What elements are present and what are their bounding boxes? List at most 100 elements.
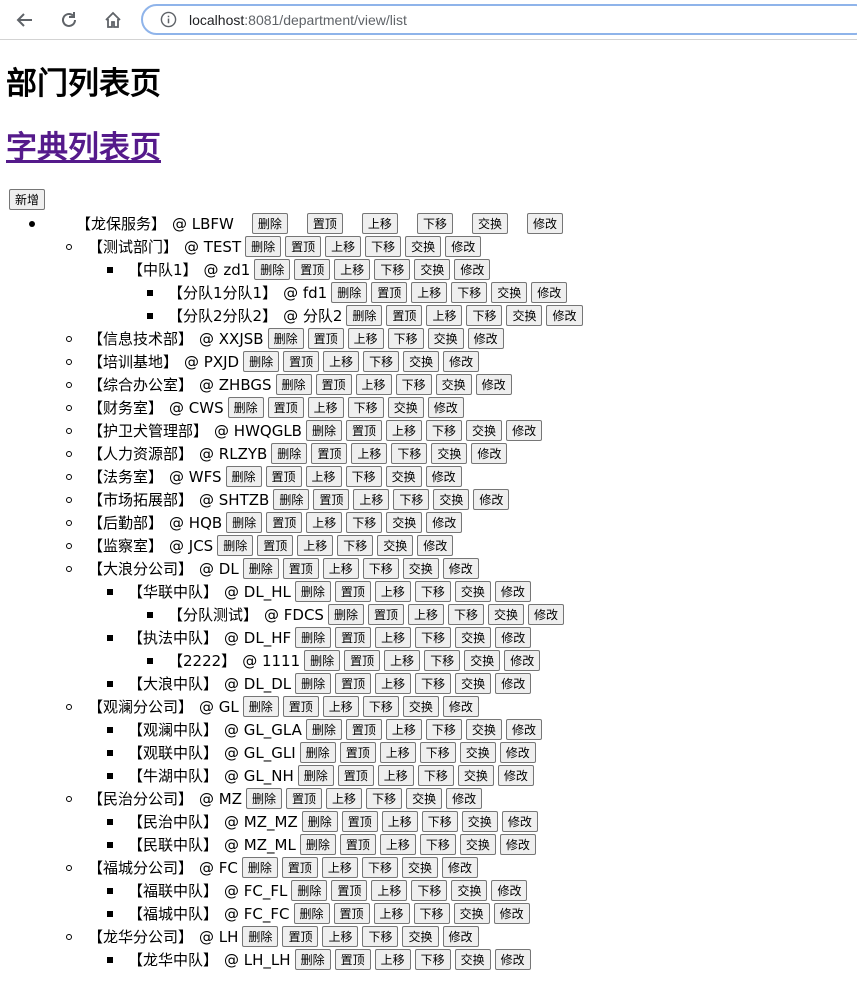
info-icon[interactable]	[159, 11, 177, 29]
move-up-button[interactable]: 上移	[306, 512, 343, 533]
move-down-button[interactable]: 下移	[426, 420, 463, 441]
move-up-button[interactable]: 上移	[297, 535, 334, 556]
back-icon[interactable]	[11, 6, 39, 34]
swap-button[interactable]: 交换	[506, 305, 543, 326]
move-down-button[interactable]: 下移	[466, 305, 503, 326]
delete-button[interactable]: 删除	[251, 213, 288, 234]
delete-button[interactable]: 删除	[293, 903, 330, 924]
delete-button[interactable]: 删除	[243, 351, 280, 372]
move-up-button[interactable]: 上移	[385, 719, 422, 740]
move-up-button[interactable]: 上移	[355, 374, 392, 395]
move-up-button[interactable]: 上移	[426, 305, 463, 326]
move-down-button[interactable]: 下移	[415, 627, 452, 648]
swap-button[interactable]: 交换	[435, 374, 472, 395]
top-button[interactable]: 置顶	[307, 328, 344, 349]
swap-button[interactable]: 交换	[386, 512, 423, 533]
edit-button[interactable]: 修改	[426, 512, 463, 533]
swap-button[interactable]: 交换	[466, 420, 503, 441]
delete-button[interactable]: 删除	[227, 397, 264, 418]
move-down-button[interactable]: 下移	[416, 213, 453, 234]
edit-button[interactable]: 修改	[493, 903, 530, 924]
move-up-button[interactable]: 上移	[374, 949, 411, 970]
move-down-button[interactable]: 下移	[415, 673, 452, 694]
delete-button[interactable]: 删除	[271, 443, 308, 464]
move-down-button[interactable]: 下移	[365, 236, 402, 257]
edit-button[interactable]: 修改	[475, 374, 512, 395]
move-down-button[interactable]: 下移	[362, 696, 399, 717]
move-down-button[interactable]: 下移	[451, 282, 488, 303]
top-button[interactable]: 置顶	[313, 489, 350, 510]
move-down-button[interactable]: 下移	[414, 949, 451, 970]
move-up-button[interactable]: 上移	[307, 397, 344, 418]
top-button[interactable]: 置顶	[333, 903, 370, 924]
top-button[interactable]: 置顶	[341, 811, 378, 832]
edit-button[interactable]: 修改	[506, 420, 543, 441]
move-down-button[interactable]: 下移	[419, 834, 456, 855]
top-button[interactable]: 置顶	[339, 742, 376, 763]
edit-button[interactable]: 修改	[505, 719, 542, 740]
top-button[interactable]: 置顶	[282, 926, 319, 947]
swap-button[interactable]: 交换	[457, 765, 494, 786]
move-up-button[interactable]: 上移	[353, 489, 390, 510]
delete-button[interactable]: 删除	[291, 880, 328, 901]
edit-button[interactable]: 修改	[442, 926, 479, 947]
delete-button[interactable]: 删除	[273, 489, 310, 510]
move-up-button[interactable]: 上移	[326, 788, 363, 809]
home-icon[interactable]	[99, 6, 127, 34]
swap-button[interactable]: 交换	[465, 719, 502, 740]
edit-button[interactable]: 修改	[546, 305, 583, 326]
move-down-button[interactable]: 下移	[347, 397, 384, 418]
edit-button[interactable]: 修改	[417, 535, 454, 556]
swap-button[interactable]: 交换	[454, 949, 491, 970]
delete-button[interactable]: 删除	[242, 696, 279, 717]
move-down-button[interactable]: 下移	[425, 719, 462, 740]
move-up-button[interactable]: 上移	[334, 259, 371, 280]
delete-button[interactable]: 删除	[297, 765, 334, 786]
address-bar[interactable]: localhost:8081/department/view/list	[141, 4, 857, 35]
delete-button[interactable]: 删除	[217, 535, 254, 556]
edit-button[interactable]: 修改	[501, 811, 538, 832]
delete-button[interactable]: 删除	[242, 926, 279, 947]
edit-button[interactable]: 修改	[446, 788, 483, 809]
top-button[interactable]: 置顶	[331, 880, 368, 901]
delete-button[interactable]: 删除	[294, 581, 331, 602]
top-button[interactable]: 置顶	[285, 236, 322, 257]
swap-button[interactable]: 交换	[406, 788, 443, 809]
move-down-button[interactable]: 下移	[411, 880, 448, 901]
move-down-button[interactable]: 下移	[362, 926, 399, 947]
delete-button[interactable]: 删除	[299, 742, 336, 763]
move-up-button[interactable]: 上移	[325, 236, 362, 257]
top-button[interactable]: 置顶	[344, 650, 381, 671]
edit-button[interactable]: 修改	[495, 673, 532, 694]
edit-button[interactable]: 修改	[467, 328, 504, 349]
move-down-button[interactable]: 下移	[337, 535, 374, 556]
move-down-button[interactable]: 下移	[393, 489, 430, 510]
top-button[interactable]: 置顶	[286, 788, 323, 809]
swap-button[interactable]: 交换	[491, 282, 528, 303]
delete-button[interactable]: 删除	[226, 512, 263, 533]
delete-button[interactable]: 删除	[299, 834, 336, 855]
top-button[interactable]: 置顶	[335, 673, 372, 694]
move-up-button[interactable]: 上移	[371, 880, 408, 901]
move-up-button[interactable]: 上移	[408, 604, 445, 625]
edit-button[interactable]: 修改	[528, 604, 565, 625]
move-down-button[interactable]: 下移	[448, 604, 485, 625]
move-up-button[interactable]: 上移	[377, 765, 414, 786]
move-up-button[interactable]: 上移	[322, 696, 359, 717]
top-button[interactable]: 置顶	[266, 512, 303, 533]
edit-button[interactable]: 修改	[499, 834, 536, 855]
delete-button[interactable]: 删除	[241, 857, 278, 878]
top-button[interactable]: 置顶	[339, 834, 376, 855]
move-down-button[interactable]: 下移	[366, 788, 403, 809]
delete-button[interactable]: 删除	[305, 420, 342, 441]
move-up-button[interactable]: 上移	[375, 673, 412, 694]
add-button[interactable]: 新增	[9, 189, 46, 210]
top-button[interactable]: 置顶	[257, 535, 294, 556]
edit-button[interactable]: 修改	[491, 880, 528, 901]
swap-button[interactable]: 交换	[405, 236, 442, 257]
edit-button[interactable]: 修改	[427, 397, 464, 418]
move-up-button[interactable]: 上移	[379, 834, 416, 855]
swap-button[interactable]: 交换	[455, 627, 492, 648]
swap-button[interactable]: 交换	[427, 328, 464, 349]
top-button[interactable]: 置顶	[267, 397, 304, 418]
